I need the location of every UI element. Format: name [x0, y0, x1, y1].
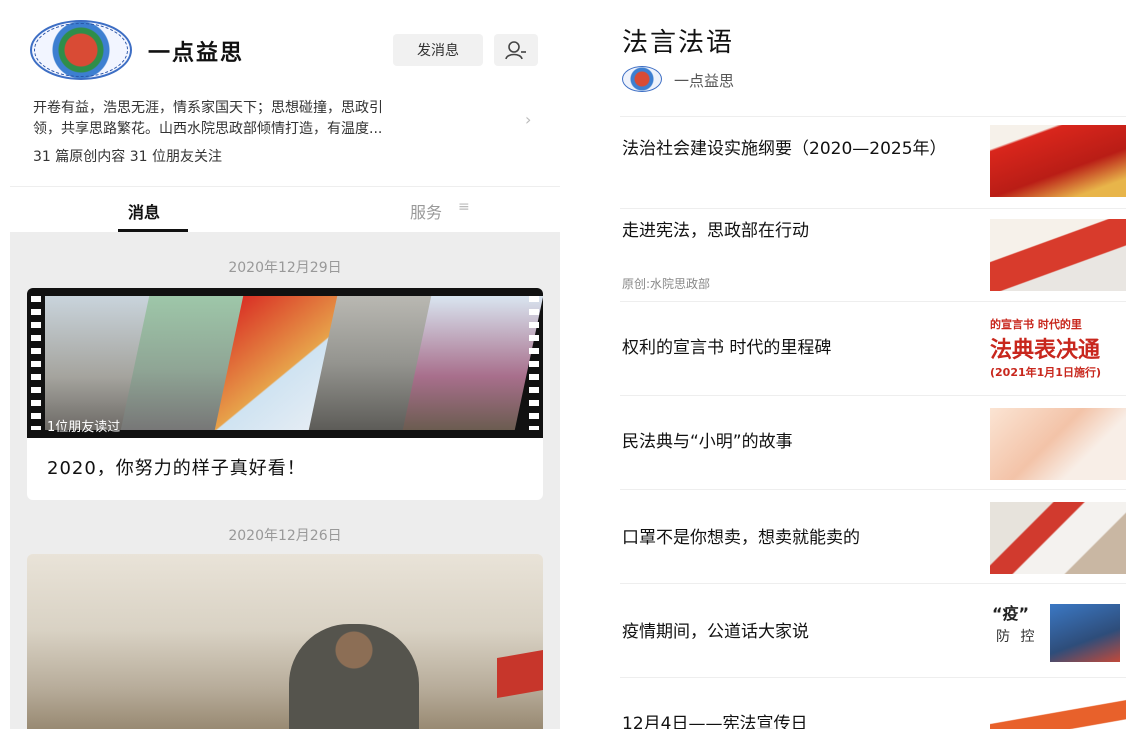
account-home-panel: 一点益思 发消息 开卷有益，浩思无涯，情系家国天下；思想碰撞，思政引 领，共享思…	[0, 0, 560, 729]
send-message-button[interactable]: 发消息	[393, 34, 483, 66]
thumbnail-text: (2021年1月1日施行)	[990, 366, 1101, 379]
painting-figure	[289, 624, 419, 729]
article-list-item[interactable]: 权利的宣言书 时代的里程碑 的宣言书 时代的里 法典表决通 (2021年1月1日…	[620, 301, 1126, 395]
article-list-item[interactable]: 口罩不是你想卖，想卖就能卖的	[620, 489, 1126, 583]
article-title: 权利的宣言书 时代的里程碑	[622, 338, 832, 358]
profile-button[interactable]	[494, 34, 538, 66]
feed-date: 2020年12月29日	[228, 260, 342, 276]
article-list-item[interactable]: 民法典与“小明”的故事	[620, 395, 1126, 489]
article-title: 民法典与“小明”的故事	[622, 432, 793, 452]
red-flag	[497, 649, 543, 699]
article-title: 12月4日——宪法宣传日	[622, 714, 808, 729]
article-card[interactable]: 1位朋友读过 2020，你努力的样子真好看！	[27, 288, 543, 500]
film-strip-cover-image: 1位朋友读过	[27, 288, 543, 438]
thumbnail-text: 的宣言书 时代的里	[990, 318, 1082, 331]
thumbnail-text: “疫”	[992, 604, 1030, 623]
menu-lines-icon: ≡	[458, 199, 470, 215]
account-name: 一点益思	[148, 41, 245, 66]
article-thumbnail: 的宣言书 时代的里 法典表决通 (2021年1月1日施行)	[990, 314, 1126, 386]
chevron-right-icon[interactable]: ›	[525, 110, 531, 129]
article-thumbnail: “疫” 防 控	[990, 596, 1126, 668]
article-thumbnail	[990, 408, 1126, 480]
message-feed[interactable]: 2020年12月29日 1位朋友读过 2020，你努力的样子真好看！ 2020年…	[10, 232, 560, 729]
feed-date: 2020年12月26日	[228, 528, 342, 544]
description-line-1: 开卷有益，浩思无涯，情系家国天下；思想碰撞，思政引	[33, 100, 383, 116]
album-account-name[interactable]: 一点益思	[674, 70, 734, 91]
article-list-item[interactable]: 疫情期间，公道话大家说 “疫” 防 控	[620, 583, 1126, 677]
article-title: 口罩不是你想卖，想卖就能卖的	[622, 528, 860, 548]
article-card-cover-image[interactable]	[27, 554, 543, 729]
tab-messages[interactable]: 消息	[128, 199, 160, 223]
logo-ring	[34, 23, 128, 77]
film-holes-right	[529, 296, 539, 430]
profile-icon	[505, 41, 526, 60]
album-panel: 法言法语 一点益思 法治社会建设实施纲要（2020—2025年） 走进宪法，思政…	[600, 0, 1126, 729]
article-title: 走进宪法，思政部在行动	[622, 221, 809, 241]
thumbnail-illustration	[1050, 604, 1120, 662]
thumbnail-text: 法典表决通	[990, 338, 1101, 363]
article-title: 法治社会建设实施纲要（2020—2025年）	[622, 139, 947, 159]
description-line-2: 领，共享思路繁花。山西水院思政部倾情打造，有温度...	[33, 121, 383, 137]
article-list-item[interactable]: 法治社会建设实施纲要（2020—2025年）	[620, 116, 1126, 208]
article-title: 2020，你努力的样子真好看！	[47, 458, 306, 479]
film-holes-left	[31, 296, 41, 430]
tab-bar: 消息 服务 ≡	[10, 186, 560, 232]
article-thumbnail	[990, 125, 1126, 197]
article-list-item[interactable]: 12月4日——宪法宣传日	[620, 677, 1126, 729]
article-thumbnail	[990, 219, 1126, 291]
article-thumbnail	[990, 502, 1126, 574]
article-title: 疫情期间，公道话大家说	[622, 622, 809, 642]
article-thumbnail	[990, 690, 1126, 729]
thumbnail-text: 防 控	[996, 629, 1038, 645]
article-list-item[interactable]: 走进宪法，思政部在行动 原创:水院思政部	[620, 208, 1126, 301]
account-avatar[interactable]	[622, 66, 662, 92]
friend-read-badge: 1位朋友读过	[47, 420, 121, 435]
album-title: 法言法语	[622, 28, 735, 58]
account-stats: 31 篇原创内容 31 位朋友关注	[33, 149, 222, 165]
tab-services[interactable]: 服务	[410, 199, 442, 223]
article-source: 原创:水院思政部	[622, 277, 711, 291]
account-description[interactable]: 开卷有益，浩思无涯，情系家国天下；思想碰撞，思政引 领，共享思路繁花。山西水院思…	[33, 98, 513, 140]
